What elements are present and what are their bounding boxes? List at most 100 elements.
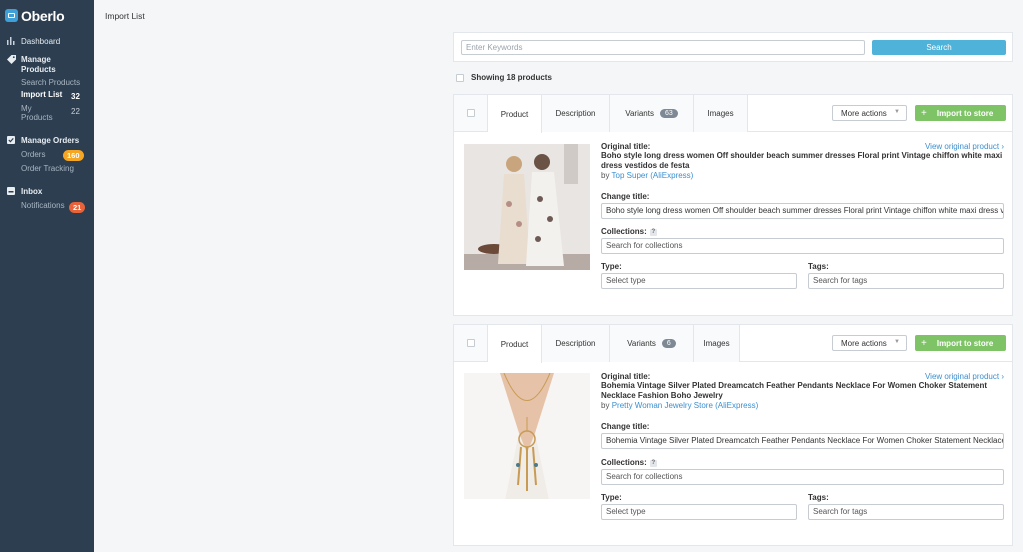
product-select-cell [454,95,488,131]
tab-variants-label: Variants [625,109,654,118]
import-to-store-button[interactable]: + Import to store [915,105,1006,121]
import-to-store-button[interactable]: + Import to store [915,335,1006,351]
view-original-product-link[interactable]: View original product › [925,142,1004,151]
nav-my-products[interactable]: My Products [21,104,61,122]
by-label: by [601,171,610,180]
import-to-store-label: Import to store [936,108,994,118]
inbox-icon [7,187,17,198]
type-select[interactable]: Select type [601,504,797,520]
supplier-line: by Pretty Woman Jewelry Store (AliExpres… [601,401,1004,410]
type-label: Type: [601,262,622,271]
nav-search-products[interactable]: Search Products [21,78,80,87]
original-title: Bohemia Vintage Silver Plated Dreamcatch… [601,381,988,400]
product-card: Product Description Variants 63 Images M… [453,94,1013,316]
chevron-down-icon: ▼ [894,339,900,345]
plus-icon: + [921,107,927,119]
change-title-input[interactable]: Boho style long dress women Off shoulder… [601,203,1004,219]
change-title-label: Change title: [601,422,650,431]
change-title-label: Change title: [601,192,650,201]
tags-input[interactable]: Search for tags [808,504,1004,520]
supplier-link[interactable]: Top Super (AliExpress) [612,171,694,180]
tags-input[interactable]: Search for tags [808,273,1004,289]
nav-manage-orders-label: Manage Orders [21,136,80,145]
page-title: Import List [105,11,145,21]
more-actions-label: More actions [841,108,887,118]
tab-product[interactable]: Product [488,325,542,363]
supplier-line: by Top Super (AliExpress) [601,171,1004,180]
nav-order-tracking[interactable]: Order Tracking [21,164,74,173]
app-name: Oberlo [21,7,65,24]
collections-label: Collections: [601,458,647,467]
collections-input[interactable]: Search for collections [601,469,1004,485]
import-to-store-label: Import to store [936,338,994,348]
variants-count-badge: 63 [659,109,678,118]
more-actions-label: More actions [841,338,887,348]
view-original-product-label: View original product [924,372,1000,381]
showing-count: Showing 18 products [471,73,552,82]
help-icon[interactable]: ? [649,460,657,467]
chevron-right-icon: › [1001,142,1004,151]
collections-label: Collections: [601,227,647,236]
type-select[interactable]: Select type [601,273,797,289]
tab-description[interactable]: Description [542,325,610,362]
product-tabs: Product Description Variants 6 Images Mo… [454,325,1012,363]
collections-label-row: Collections:? [601,227,657,236]
search-input[interactable] [461,40,865,55]
showing-row: Showing 18 products [456,73,552,82]
nav-orders[interactable]: Orders [21,150,45,159]
chevron-down-icon: ▼ [894,109,900,115]
product-checkbox[interactable] [466,109,475,117]
product-card: Product Description Variants 6 Images Mo… [453,324,1013,546]
tab-images[interactable]: Images [694,325,740,362]
tab-variants-label: Variants [627,339,656,348]
by-label: by [601,401,610,410]
collections-input[interactable]: Search for collections [601,238,1004,254]
app-logo[interactable]: Oberlo [0,0,94,24]
nav-import-list[interactable]: Import List [21,90,62,99]
my-products-count: 22 [71,107,80,116]
tab-product[interactable]: Product [488,95,542,133]
nav-manage-orders[interactable]: Manage Orders [0,136,79,147]
orders-badge: 160 [63,150,84,161]
nav-inbox-label: Inbox [21,187,43,196]
tab-images[interactable]: Images [694,95,748,132]
select-all-checkbox[interactable] [456,73,464,82]
product-checkbox[interactable] [466,339,475,347]
variants-count-badge: 6 [661,339,676,348]
plus-icon: + [921,337,927,349]
bar-chart-icon [7,37,17,48]
view-original-product-label: View original product [924,142,1000,151]
view-original-product-link[interactable]: View original product › [925,372,1004,381]
product-image [464,144,590,270]
more-actions-dropdown[interactable]: More actions ▼ [832,105,907,121]
nav-manage-products-label: Manage Products [21,55,56,74]
tab-variants[interactable]: Variants 63 [610,95,694,132]
tab-description[interactable]: Description [542,95,610,132]
type-label: Type: [601,493,622,502]
tag-icon [7,55,17,67]
nav-dashboard[interactable]: Dashboard [0,37,60,48]
product-tabs: Product Description Variants 63 Images M… [454,95,1012,133]
product-details: Original title: View original product › … [601,372,1004,532]
checkbox-icon [7,136,17,147]
product-image [464,373,590,499]
product-details: Original title: View original product › … [601,142,1004,302]
tags-label: Tags: [808,262,829,271]
supplier-link[interactable]: Pretty Woman Jewelry Store (AliExpress) [612,401,759,410]
tags-label: Tags: [808,493,829,502]
nav-notifications[interactable]: Notifications [21,201,65,210]
sidebar: Oberlo Dashboard Manage Products Search … [0,0,94,552]
nav-dashboard-label: Dashboard [21,37,61,46]
help-icon[interactable]: ? [649,229,657,236]
more-actions-dropdown[interactable]: More actions ▼ [832,335,907,351]
oberlo-logo-icon [5,9,18,22]
change-title-input[interactable]: Bohemia Vintage Silver Plated Dreamcatch… [601,433,1004,449]
nav-inbox[interactable]: Inbox [0,187,42,198]
collections-label-row: Collections:? [601,458,657,467]
product-select-cell [454,325,488,361]
import-list-count: 32 [71,92,80,101]
nav-manage-products[interactable]: Manage Products [0,55,80,75]
search-button[interactable]: Search [872,40,1006,55]
notifications-badge: 21 [69,202,86,213]
tab-variants[interactable]: Variants 6 [610,325,694,362]
